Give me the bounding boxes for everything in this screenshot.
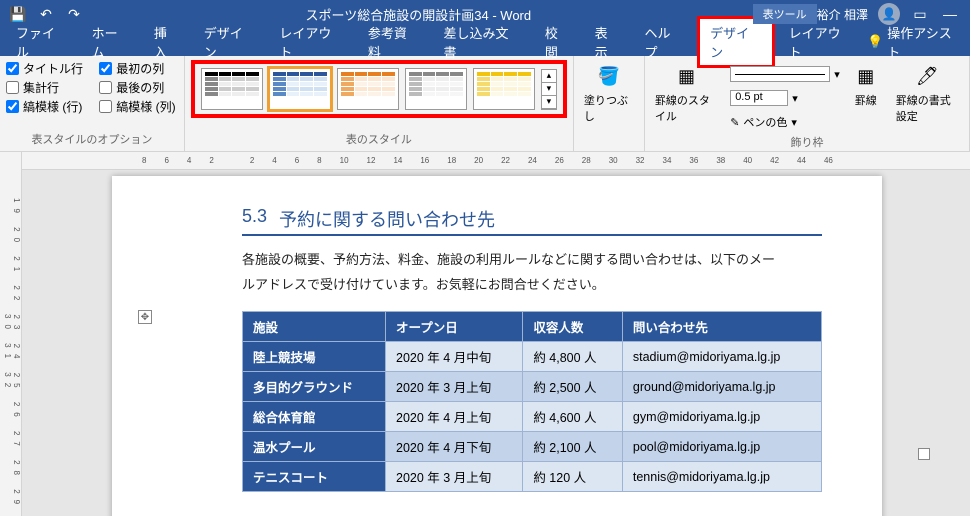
- table-cell[interactable]: pool@midoriyama.lg.jp: [622, 432, 821, 462]
- group-label-styles: 表のスタイル: [191, 129, 567, 151]
- chevron-down-icon[interactable]: ▾: [792, 92, 798, 105]
- style-thumb-5[interactable]: [473, 68, 535, 110]
- vertical-ruler: 19 20 21 22 23 24 25 26 27 28 29 30 31 3…: [0, 152, 22, 516]
- table-row[interactable]: 総合体育館2020 年 4 月上旬約 4,600 人gym@midoriyama…: [243, 402, 822, 432]
- table-cell[interactable]: テニスコート: [243, 462, 386, 492]
- table-cell[interactable]: 約 2,500 人: [523, 372, 623, 402]
- table-move-handle-icon[interactable]: ✥: [138, 310, 152, 324]
- border-painter-button[interactable]: 🖊罫線の書式設定: [892, 60, 963, 126]
- opt-first-col[interactable]: 最初の列: [99, 60, 178, 77]
- table-cell[interactable]: gym@midoriyama.lg.jp: [622, 402, 821, 432]
- table-cell[interactable]: 陸上競技場: [243, 342, 386, 372]
- ribbon-options-icon[interactable]: ▭: [910, 4, 930, 24]
- pen-icon: ✎: [730, 116, 739, 129]
- table-cell[interactable]: 約 4,800 人: [523, 342, 623, 372]
- table-cell[interactable]: 多目的グラウンド: [243, 372, 386, 402]
- style-thumb-1[interactable]: [201, 68, 263, 110]
- table-cell[interactable]: 2020 年 3 月上旬: [386, 372, 523, 402]
- border-icon: ▦: [852, 62, 880, 90]
- table-cell[interactable]: 2020 年 4 月中旬: [386, 342, 523, 372]
- table-cell[interactable]: 2020 年 3 月上旬: [386, 462, 523, 492]
- grid-icon: ▦: [673, 62, 701, 90]
- menu-bar: ファイル ホーム 挿入 デザイン レイアウト 参考資料 差し込み文書 校閲 表示…: [0, 28, 970, 56]
- style-thumb-2[interactable]: [269, 68, 331, 110]
- context-tool-label: 表ツール: [753, 4, 817, 24]
- pen-border-icon: 🖊: [913, 62, 941, 90]
- table-cell[interactable]: ground@midoriyama.lg.jp: [622, 372, 821, 402]
- table-row[interactable]: テニスコート2020 年 3 月上旬約 120 人tennis@midoriya…: [243, 462, 822, 492]
- shading-button[interactable]: 🪣塗りつぶし: [580, 60, 638, 126]
- style-gallery-scroll[interactable]: ▴▾▾: [541, 69, 557, 110]
- section-heading: 5.3 予約に関する問い合わせ先: [242, 206, 822, 236]
- opt-banded-rows[interactable]: 縞模様 (行): [6, 98, 85, 115]
- more-icon: ▾: [542, 96, 556, 109]
- opt-banded-cols[interactable]: 縞模様 (列): [99, 98, 178, 115]
- table-row[interactable]: 温水プール2020 年 4 月下旬約 2,100 人pool@midoriyam…: [243, 432, 822, 462]
- table-header[interactable]: 収容人数: [523, 312, 623, 342]
- document-page[interactable]: 5.3 予約に関する問い合わせ先 各施設の概要、予約方法、料金、施設の利用ルール…: [112, 176, 882, 516]
- table-row[interactable]: 陸上競技場2020 年 4 月中旬約 4,800 人stadium@midori…: [243, 342, 822, 372]
- paragraph[interactable]: 各施設の概要、予約方法、料金、施設の利用ルールなどに関する問い合わせは、以下のメ…: [242, 248, 822, 297]
- table-cell[interactable]: 約 2,100 人: [523, 432, 623, 462]
- opt-last-col[interactable]: 最後の列: [99, 79, 178, 96]
- ribbon: タイトル行 最初の列 集計行 最後の列 縞模様 (行) 縞模様 (列) 表スタイ…: [0, 56, 970, 152]
- group-label-frame: 飾り枠: [651, 132, 963, 154]
- table-row[interactable]: 多目的グラウンド2020 年 3 月上旬約 2,500 人ground@mido…: [243, 372, 822, 402]
- pen-color-button[interactable]: ✎ペンの色▾: [730, 112, 840, 132]
- table-header[interactable]: オープン日: [386, 312, 523, 342]
- section-number: 5.3: [242, 206, 267, 232]
- opt-total-row[interactable]: 集計行: [6, 79, 85, 96]
- table-styles-gallery: ▴▾▾: [191, 60, 567, 118]
- style-thumb-3[interactable]: [337, 68, 399, 110]
- document-table[interactable]: 施設オープン日収容人数問い合わせ先 陸上競技場2020 年 4 月中旬約 4,8…: [242, 311, 822, 492]
- table-cell[interactable]: 約 4,600 人: [523, 402, 623, 432]
- table-cell[interactable]: stadium@midoriyama.lg.jp: [622, 342, 821, 372]
- table-cell[interactable]: 2020 年 4 月下旬: [386, 432, 523, 462]
- chevron-down-icon: ▾: [542, 83, 556, 96]
- border-styles-button[interactable]: ▦罫線のスタイル: [651, 60, 722, 126]
- opt-header-row[interactable]: タイトル行: [6, 60, 85, 77]
- borders-button[interactable]: ▦罫線: [848, 60, 884, 110]
- table-cell[interactable]: 約 120 人: [523, 462, 623, 492]
- horizontal-ruler: 8642246810121416182022242628303234363840…: [22, 152, 970, 170]
- table-cell[interactable]: tennis@midoriyama.lg.jp: [622, 462, 821, 492]
- table-resize-handle-icon[interactable]: [918, 448, 930, 460]
- chevron-down-icon[interactable]: ▾: [834, 68, 840, 81]
- table-cell[interactable]: 2020 年 4 月上旬: [386, 402, 523, 432]
- table-cell[interactable]: 総合体育館: [243, 402, 386, 432]
- group-label-options: 表スタイルのオプション: [6, 129, 178, 151]
- section-title: 予約に関する問い合わせ先: [279, 206, 495, 232]
- workspace: 19 20 21 22 23 24 25 26 27 28 29 30 31 3…: [0, 152, 970, 516]
- bulb-icon: 💡: [867, 34, 883, 50]
- pen-style-select[interactable]: [730, 66, 830, 82]
- paint-bucket-icon: 🪣: [595, 62, 623, 90]
- table-cell[interactable]: 温水プール: [243, 432, 386, 462]
- pen-weight-input[interactable]: 0.5 pt: [730, 90, 788, 106]
- user-avatar-icon[interactable]: 👤: [878, 3, 900, 25]
- style-thumb-4[interactable]: [405, 68, 467, 110]
- chevron-down-icon: ▾: [791, 116, 797, 129]
- minimize-icon[interactable]: —: [940, 4, 960, 24]
- table-header[interactable]: 問い合わせ先: [622, 312, 821, 342]
- table-header[interactable]: 施設: [243, 312, 386, 342]
- chevron-up-icon: ▴: [542, 70, 556, 83]
